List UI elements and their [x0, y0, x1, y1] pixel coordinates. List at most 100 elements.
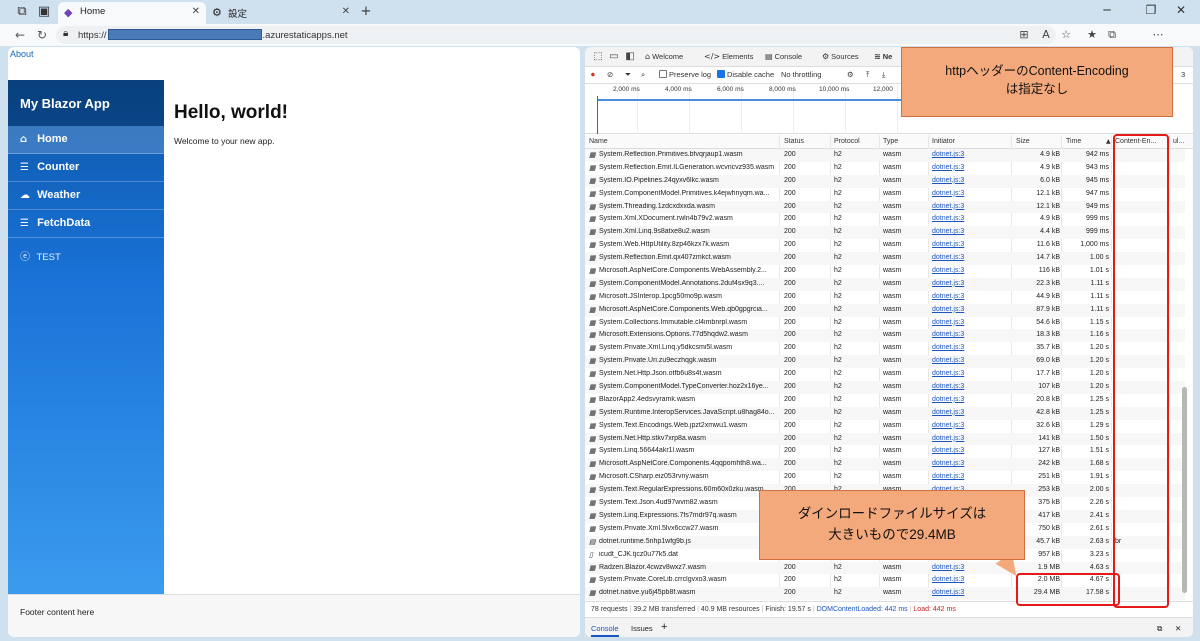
request-row[interactable]: ▦ Microsoft.AspNetCore.Components.4qqpomh…	[585, 458, 1185, 472]
dock-icon[interactable]: ◧	[623, 50, 637, 64]
request-initiator[interactable]: dotnet.js:3	[932, 460, 964, 467]
request-row[interactable]: ▦ System.Private.Xml.Linq.y5dkcsmi5l.wasm…	[585, 342, 1185, 355]
drawer-tab-console[interactable]: Console	[591, 624, 619, 637]
request-initiator[interactable]: dotnet.js:3	[932, 267, 964, 274]
request-row[interactable]: ▦ System.Reflection.Emit.qx407zmkct.wasm 2…	[585, 252, 1185, 266]
request-initiator[interactable]: dotnet.js:3	[932, 151, 964, 158]
request-initiator[interactable]: dotnet.js:3	[932, 344, 964, 351]
record-icon[interactable]: ⏺	[591, 70, 595, 80]
about-link[interactable]: About	[10, 49, 34, 59]
col-initiator[interactable]: Initiator	[932, 138, 955, 145]
request-row[interactable]: ▦ System.Linq.56644akr1l.wasm 200 h2 wasm dot…	[585, 445, 1185, 458]
request-initiator[interactable]: dotnet.js:3	[932, 473, 964, 480]
drawer-close-icon[interactable]: ✕	[1175, 624, 1181, 633]
request-row[interactable]: ▦ System.Reflection.Primitives.bfvqrjaup1…	[585, 149, 1185, 162]
request-list-scrollbar[interactable]	[1181, 149, 1189, 601]
restore-icon[interactable]: ❐	[1140, 3, 1162, 21]
read-aloud-icon[interactable]: A	[1038, 27, 1054, 43]
new-tab-icon[interactable]: +	[358, 4, 374, 20]
network-conditions-icon[interactable]: ⚙	[847, 70, 854, 79]
request-row[interactable]: ▦ System.Web.HttpUtility.8zp46kzx7k.wasm 2…	[585, 239, 1185, 252]
more-menu-icon[interactable]: ⋯	[1150, 27, 1166, 43]
request-initiator[interactable]: dotnet.js:3	[932, 396, 964, 403]
request-initiator[interactable]: dotnet.js:3	[932, 190, 964, 197]
workspaces-icon[interactable]: ⧉	[14, 4, 30, 20]
issues-count[interactable]: 3	[1181, 70, 1185, 79]
preserve-log-checkbox[interactable]: Preserve log	[659, 70, 711, 79]
refresh-icon[interactable]: ↻	[34, 27, 50, 43]
request-initiator[interactable]: dotnet.js:3	[932, 293, 964, 300]
col-url[interactable]: ul...	[1173, 138, 1184, 145]
close-icon[interactable]: ✕	[342, 6, 350, 17]
export-har-icon[interactable]: ⤓	[882, 70, 885, 80]
request-initiator[interactable]: dotnet.js:3	[932, 564, 964, 571]
request-row[interactable]: ▦ System.IO.Pipelines.24qyxv6lkc.wasm 200 h…	[585, 174, 1185, 188]
request-initiator[interactable]: dotnet.js:3	[932, 203, 964, 210]
col-status[interactable]: Status	[784, 138, 804, 145]
request-row[interactable]: ▦ Microsoft.CSharp.eiz053rvny.wasm 200 h2 wa…	[585, 471, 1185, 484]
tab-network[interactable]: ≋ Ne	[874, 52, 892, 61]
nav-item-fetchdata[interactable]: ☰ FetchData	[8, 210, 164, 238]
request-row[interactable]: ▦ System.ComponentModel.Annotations.2duf4…	[585, 277, 1185, 291]
app-brand[interactable]: My Blazor App	[8, 80, 164, 126]
request-row[interactable]: ▦ System.Text.Encodings.Web.jpzt2xmwu1.wa…	[585, 420, 1185, 433]
filter-icon[interactable]: ⏷	[625, 70, 631, 80]
import-har-icon[interactable]: ⤒	[866, 70, 869, 80]
col-protocol[interactable]: Protocol	[834, 138, 860, 145]
request-initiator[interactable]: dotnet.js:3	[932, 422, 964, 429]
tab-console[interactable]: ▤ Console	[765, 52, 802, 61]
device-toolbar-icon[interactable]: ▭	[607, 50, 621, 64]
disable-cache-checkbox[interactable]: Disable cache	[717, 70, 774, 79]
request-initiator[interactable]: dotnet.js:3	[932, 357, 964, 364]
request-initiator[interactable]: dotnet.js:3	[932, 280, 964, 287]
request-row[interactable]: ▦ BlazorApp2.4edsvyramk.wasm 200 h2 wasm dotn…	[585, 394, 1185, 407]
request-initiator[interactable]: dotnet.js:3	[932, 589, 964, 596]
request-row[interactable]: ▦ System.Collections.Immutable.cl4imbnrpl…	[585, 317, 1185, 330]
request-initiator[interactable]: dotnet.js:3	[932, 164, 964, 171]
close-icon[interactable]: ✕	[192, 6, 200, 17]
add-drawer-tab-icon[interactable]: +	[661, 621, 667, 633]
tab-actions-icon[interactable]: ▣	[36, 4, 52, 20]
request-row[interactable]: ▦ System.Xml.Linq.9s8atxe8u2.wasm 200 h2 was…	[585, 226, 1185, 240]
scroll-thumb[interactable]	[1182, 387, 1187, 593]
nav-item-home[interactable]: ⌂ Home	[8, 126, 164, 154]
request-row[interactable]: ▦ System.Private.Uri.zu9eczhqgk.wasm 200 h2…	[585, 355, 1185, 369]
col-size[interactable]: Size	[1016, 138, 1030, 145]
request-initiator[interactable]: dotnet.js:3	[932, 576, 964, 583]
request-initiator[interactable]: dotnet.js:3	[932, 370, 964, 377]
window-close-icon[interactable]: ✕	[1170, 3, 1192, 21]
nav-item-test[interactable]: ⓔ TEST	[8, 238, 164, 266]
tab-elements[interactable]: </> Elements	[704, 52, 753, 61]
request-row[interactable]: ▦ System.Net.Http.Json.otfb6u8s4t.wasm 200…	[585, 368, 1185, 381]
request-row[interactable]: ▦ Microsoft.Extensions.Options.77d5hqdw2.…	[585, 329, 1185, 343]
request-initiator[interactable]: dotnet.js:3	[932, 447, 964, 454]
tab-welcome[interactable]: ⌂ Welcome	[645, 52, 683, 61]
drawer-tab-issues[interactable]: Issues	[631, 624, 653, 633]
request-row[interactable]: ▦ System.Net.Http.stkv7xrp8a.wasm 200 h2 was…	[585, 432, 1185, 446]
request-row[interactable]: ▦ System.Reflection.Emit.ILGeneration.wcv…	[585, 162, 1185, 175]
request-initiator[interactable]: dotnet.js:3	[932, 409, 964, 416]
request-initiator[interactable]: dotnet.js:3	[932, 435, 964, 442]
request-row[interactable]: ▦ Microsoft.AspNetCore.Components.Web.qb0…	[585, 303, 1185, 317]
minimize-icon[interactable]: ─	[1096, 3, 1118, 21]
nav-item-weather[interactable]: ☁ Weather	[8, 182, 164, 210]
favorites-icon[interactable]: ★	[1084, 27, 1100, 43]
clear-icon[interactable]: ⊘	[607, 70, 613, 79]
request-row[interactable]: ▦ System.Runtime.InteropServices.JavaScri…	[585, 406, 1185, 420]
request-initiator[interactable]: dotnet.js:3	[932, 254, 964, 261]
search-icon[interactable]: ⌕	[641, 70, 645, 80]
browser-tab-settings[interactable]: ⚙ 設定 ✕	[206, 2, 356, 24]
request-initiator[interactable]: dotnet.js:3	[932, 177, 964, 184]
browser-tab-home[interactable]: ◆ Home ✕	[58, 2, 206, 24]
inspect-icon[interactable]: ⬚	[591, 50, 605, 64]
request-initiator[interactable]: dotnet.js:3	[932, 319, 964, 326]
request-initiator[interactable]: dotnet.js:3	[932, 331, 964, 338]
app-install-icon[interactable]: ⊞	[1016, 27, 1032, 43]
request-row[interactable]: ▦ Microsoft.JSInterop.1pcg50mo9p.wasm 200 h…	[585, 291, 1185, 304]
request-initiator[interactable]: dotnet.js:3	[932, 383, 964, 390]
request-row[interactable]: ▦ System.Xml.XDocument.rwln4b79v2.wasm 200…	[585, 213, 1185, 226]
request-initiator[interactable]: dotnet.js:3	[932, 215, 964, 222]
request-row[interactable]: ▦ System.ComponentModel.Primitives.k4ejwh…	[585, 188, 1185, 201]
back-icon[interactable]: ←	[12, 27, 28, 43]
request-row[interactable]: ▦ Microsoft.AspNetCore.Components.WebAsse…	[585, 265, 1185, 278]
